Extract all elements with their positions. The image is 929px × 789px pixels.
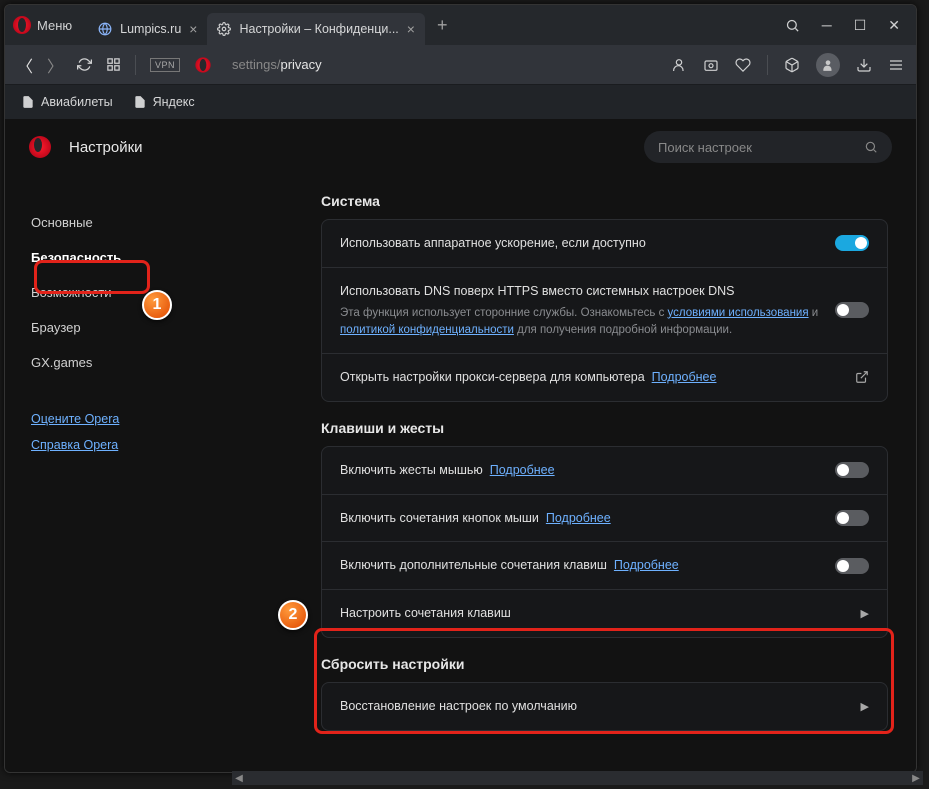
learn-more-link[interactable]: Подробнее	[490, 463, 555, 477]
terms-link[interactable]: условиями использования	[668, 307, 809, 319]
sidebar-item-basic[interactable]: Основные	[25, 205, 205, 240]
tab-lumpics[interactable]: Lumpics.ru ×	[88, 13, 207, 45]
row-proxy[interactable]: Открыть настройки прокси-сервера для ком…	[322, 353, 887, 401]
row-subtext: Эта функция использует сторонние службы.…	[340, 305, 823, 340]
avatar[interactable]	[816, 53, 840, 77]
settings-main-panel: Система Использовать аппаратное ускорени…	[225, 175, 916, 772]
tab-settings[interactable]: Настройки – Конфиденци... ×	[207, 13, 425, 45]
annotation-badge-1: 1	[142, 290, 172, 320]
globe-icon	[98, 22, 112, 36]
search-tabs-icon[interactable]	[785, 18, 800, 33]
minimize-button[interactable]: ─	[822, 17, 832, 34]
bookmark-item[interactable]: Яндекс	[133, 95, 195, 109]
forward-button[interactable]: 〉	[47, 53, 63, 77]
bookmarks-bar: Авиабилеты Яндекс	[5, 85, 916, 119]
toggle-extra-shortcuts[interactable]	[835, 558, 869, 574]
toggle-hardware-accel[interactable]	[835, 235, 869, 251]
search-icon	[864, 140, 878, 154]
snapshot-icon[interactable]	[703, 57, 719, 73]
learn-more-link[interactable]: Подробнее	[614, 558, 679, 572]
bookmark-item[interactable]: Авиабилеты	[21, 95, 113, 109]
download-icon[interactable]	[856, 57, 872, 73]
back-button[interactable]: 〈	[17, 53, 33, 77]
close-icon[interactable]: ×	[189, 21, 197, 37]
sidebar-item-security[interactable]: Безопасность	[25, 240, 205, 275]
url-display[interactable]: settings/privacy	[232, 57, 322, 72]
chevron-right-icon: ▶	[861, 607, 869, 620]
navbar: 〈 〉 VPN settings/privacy	[5, 45, 916, 85]
row-label: Использовать DNS поверх HTTPS вместо сис…	[340, 282, 823, 301]
row-mouse-gestures: Включить жесты мышью Подробнее	[322, 447, 887, 494]
toggle-dns-https[interactable]	[835, 302, 869, 318]
learn-more-link[interactable]: Подробнее	[546, 511, 611, 525]
horizontal-scrollbar[interactable]: ◀ ▶	[232, 771, 916, 772]
speed-dial-icon[interactable]	[106, 57, 121, 72]
easy-setup-icon[interactable]	[888, 57, 904, 73]
opera-logo-icon[interactable]	[13, 16, 31, 34]
row-rocker-gestures: Включить сочетания кнопок мыши Подробнее	[322, 494, 887, 542]
opera-url-icon	[195, 57, 210, 72]
reload-button[interactable]	[77, 57, 92, 72]
titlebar: Меню Lumpics.ru × Настройки – Конфиденци…	[5, 5, 916, 45]
row-dns-https: Использовать DNS поверх HTTPS вместо сис…	[322, 267, 887, 353]
section-title-keys: Клавиши и жесты	[321, 420, 888, 436]
search-settings-input[interactable]: Поиск настроек	[644, 131, 892, 163]
sidebar-item-gxgames[interactable]: GX.games	[25, 345, 205, 380]
sidebar-item-browser[interactable]: Браузер	[25, 310, 205, 345]
row-extra-shortcuts: Включить дополнительные сочетания клавиш…	[322, 541, 887, 589]
maximize-button[interactable]: ☐	[854, 17, 867, 34]
section-title-system: Система	[321, 193, 888, 209]
reset-card: Восстановление настроек по умолчанию ▶	[321, 682, 888, 731]
toggle-mouse-gestures[interactable]	[835, 462, 869, 478]
vpn-badge[interactable]: VPN	[150, 58, 180, 72]
menu-button[interactable]: Меню	[37, 18, 72, 33]
bookmark-label: Яндекс	[153, 95, 195, 109]
settings-header: Настройки Поиск настроек	[5, 119, 916, 175]
system-card: Использовать аппаратное ускорение, если …	[321, 219, 888, 402]
cube-icon[interactable]	[784, 57, 800, 73]
close-icon[interactable]: ×	[407, 21, 415, 37]
close-button[interactable]: ✕	[888, 17, 900, 34]
privacy-link[interactable]: политикой конфиденциальности	[340, 324, 514, 336]
sidebar-link-rate[interactable]: Оцените Opera	[25, 406, 205, 432]
row-label: Использовать аппаратное ускорение, если …	[340, 234, 646, 253]
sidebar-link-help[interactable]: Справка Opera	[25, 432, 205, 458]
settings-sidebar: Основные Безопасность Возможности Браузе…	[5, 175, 225, 772]
section-title-reset: Сбросить настройки	[321, 656, 888, 672]
keys-card: Включить жесты мышью Подробнее Включить …	[321, 446, 888, 638]
profile-icon[interactable]	[671, 57, 687, 73]
opera-logo-icon	[29, 136, 51, 158]
row-label: Открыть настройки прокси-сервера для ком…	[340, 368, 716, 387]
gear-icon	[217, 22, 231, 36]
tab-label: Настройки – Конфиденци...	[239, 22, 398, 36]
heart-icon[interactable]	[735, 57, 751, 73]
toggle-rocker[interactable]	[835, 510, 869, 526]
search-placeholder: Поиск настроек	[658, 140, 752, 155]
learn-more-link[interactable]: Подробнее	[652, 370, 717, 384]
external-link-icon	[855, 370, 869, 384]
row-restore-defaults[interactable]: Восстановление настроек по умолчанию ▶	[322, 683, 887, 730]
row-configure-shortcuts[interactable]: Настроить сочетания клавиш ▶	[322, 589, 887, 637]
new-tab-button[interactable]: +	[425, 15, 460, 36]
tab-label: Lumpics.ru	[120, 22, 181, 36]
bookmark-label: Авиабилеты	[41, 95, 113, 109]
page-title: Настройки	[69, 139, 143, 156]
sidebar-item-features[interactable]: Возможности	[25, 275, 205, 310]
row-hardware-accel: Использовать аппаратное ускорение, если …	[322, 220, 887, 267]
annotation-badge-2: 2	[278, 600, 308, 630]
chevron-right-icon: ▶	[861, 700, 869, 713]
